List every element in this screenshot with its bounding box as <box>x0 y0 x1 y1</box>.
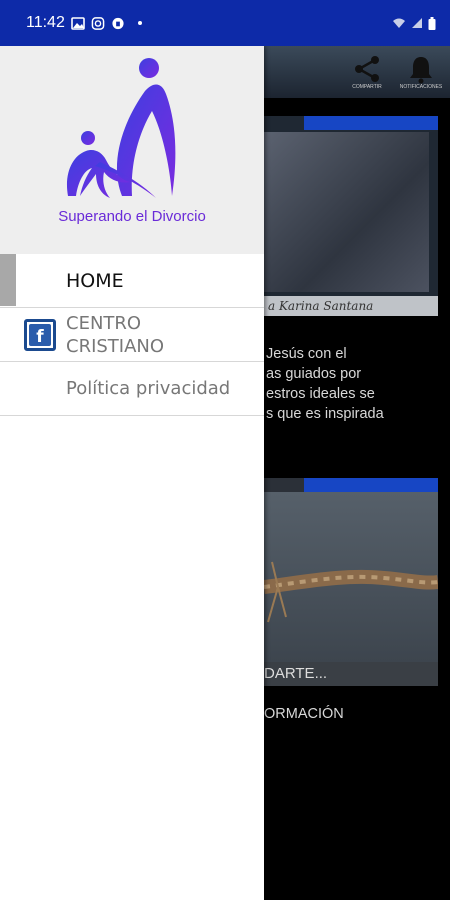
menu-item-privacy-policy[interactable]: Política privacidad <box>0 362 264 416</box>
wifi-icon <box>393 18 405 28</box>
logo-text: Superando el Divorcio <box>58 208 206 225</box>
status-time: 11:42 <box>26 14 65 31</box>
logo-icon <box>66 58 176 198</box>
facebook-icon: f <box>24 319 56 351</box>
status-bar: 11:42 <box>0 0 450 46</box>
instagram-icon <box>91 16 105 30</box>
info-heading: ORMACIÓN <box>264 706 344 722</box>
bell-icon <box>410 57 432 84</box>
rope-image <box>263 561 439 623</box>
drawer-header: Superando el Divorcio <box>0 46 264 254</box>
selected-indicator <box>0 254 16 306</box>
share-button[interactable]: COMPARTIR <box>350 54 384 90</box>
menu-item-label: HOME <box>66 269 124 292</box>
card-caption: DARTE... <box>264 662 438 686</box>
card-accent <box>304 116 438 130</box>
menu-item-label: CENTRO CRISTIANO <box>66 312 165 357</box>
menu-item-centro-cristiano[interactable]: f CENTRO CRISTIANO <box>0 308 264 362</box>
menu-item-label: Política privacidad <box>66 378 231 399</box>
status-notification-icons <box>71 16 143 30</box>
dot-icon <box>137 21 142 25</box>
card-accent <box>304 478 438 492</box>
article-card-2[interactable]: DARTE... <box>263 478 439 686</box>
article-card-1[interactable]: a Karina Santana <box>264 116 438 316</box>
navigation-drawer: Superando el Divorcio HOME f CENTRO CRIS… <box>0 46 264 900</box>
notifications-label: NOTIFICACIONES <box>399 84 443 90</box>
notifications-button[interactable]: NOTIFICACIONES <box>400 54 442 90</box>
card-photo <box>264 132 429 292</box>
vpn-icon <box>112 17 124 29</box>
share-label: COMPARTIR <box>352 84 382 90</box>
gallery-icon <box>71 16 85 30</box>
rope-photo <box>263 492 439 662</box>
signal-icon <box>412 18 422 28</box>
card-caption: a Karina Santana <box>264 296 438 316</box>
status-system-icons <box>392 16 436 30</box>
battery-icon <box>428 16 436 30</box>
article-body-text: Jesús con el as guiados por estros ideal… <box>266 346 384 422</box>
share-icon <box>355 56 379 82</box>
menu-item-home[interactable]: HOME <box>0 254 264 308</box>
